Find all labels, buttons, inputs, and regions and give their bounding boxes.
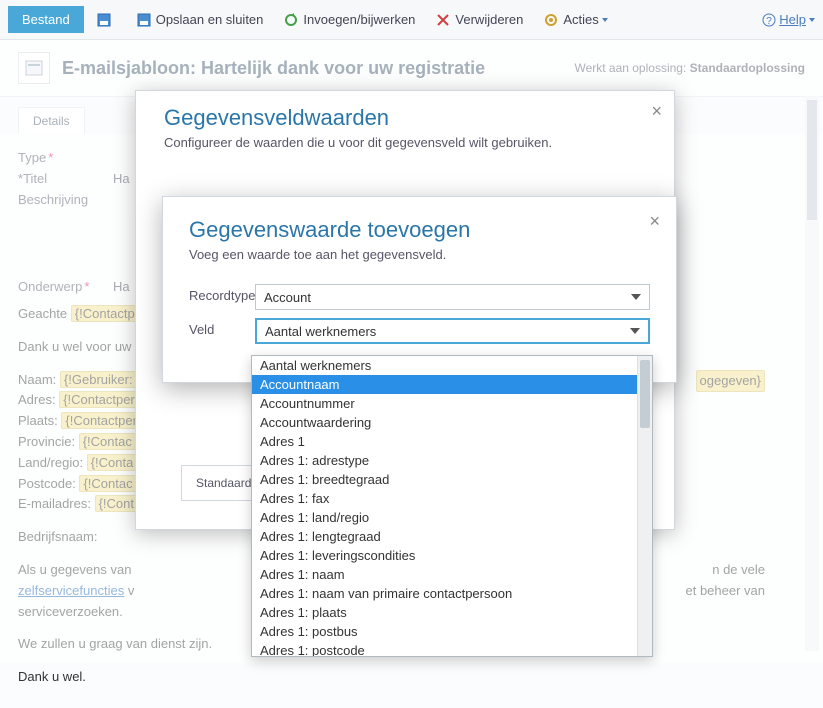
delete-button[interactable]: Verwijderen — [427, 8, 531, 32]
close-icon[interactable]: × — [649, 211, 660, 232]
modal1-title: Gegevensveldwaarden — [164, 105, 652, 131]
delete-icon — [435, 12, 451, 28]
dropdown-option[interactable]: Adres 1: adrestype — [252, 451, 637, 470]
veld-value: Aantal werknemers — [265, 324, 376, 339]
dropdown-option[interactable]: Adres 1: postbus — [252, 622, 637, 641]
insert-update-label: Invoegen/bijwerken — [303, 12, 415, 27]
app-toolbar: Bestand Opslaan en sluiten Invoegen/bijw… — [0, 0, 823, 40]
actions-label: Acties — [563, 12, 598, 27]
recordtype-select[interactable]: Account — [255, 284, 650, 310]
dropdown-option[interactable]: Accountnummer — [252, 394, 637, 413]
chevron-down-icon — [631, 294, 641, 300]
save-button[interactable] — [88, 8, 124, 32]
chevron-down-icon — [809, 18, 815, 22]
help-link[interactable]: ? Help — [762, 12, 815, 27]
dropdown-option[interactable]: Adres 1: breedtegraad — [252, 470, 637, 489]
dropdown-option[interactable]: Adres 1: lengtegraad — [252, 527, 637, 546]
svg-text:?: ? — [766, 16, 772, 27]
save-close-icon — [136, 12, 152, 28]
modal1-subtitle: Configureer de waarden die u voor dit ge… — [164, 135, 652, 150]
modal2-title: Gegevenswaarde toevoegen — [189, 217, 650, 243]
file-menu[interactable]: Bestand — [8, 6, 84, 33]
close-icon[interactable]: × — [651, 101, 662, 122]
gear-icon — [543, 12, 559, 28]
save-icon — [96, 12, 112, 28]
insert-update-button[interactable]: Invoegen/bijwerken — [275, 8, 423, 32]
chevron-down-icon — [602, 18, 608, 22]
dropdown-option[interactable]: Adres 1: plaats — [252, 603, 637, 622]
dropdown-option[interactable]: Accountwaardering — [252, 413, 637, 432]
help-icon: ? — [762, 13, 776, 27]
dropdown-list: Aantal werknemersAccountnaamAccountnumme… — [252, 356, 637, 656]
recordtype-label: Recordtype — [189, 284, 255, 303]
delete-label: Verwijderen — [455, 12, 523, 27]
actions-menu[interactable]: Acties — [535, 8, 615, 32]
scrollbar[interactable] — [637, 356, 652, 656]
dropdown-option[interactable]: Adres 1 — [252, 432, 637, 451]
refresh-icon — [283, 12, 299, 28]
dropdown-option[interactable]: Adres 1: naam van primaire contactpersoo… — [252, 584, 637, 603]
modal2-subtitle: Voeg een waarde toe aan het gegevensveld… — [189, 247, 650, 262]
veld-dropdown: Aantal werknemersAccountnaamAccountnumme… — [251, 355, 653, 657]
scrollbar-thumb[interactable] — [640, 360, 650, 428]
veld-label: Veld — [189, 318, 255, 337]
dropdown-option[interactable]: Adres 1: leveringscondities — [252, 546, 637, 565]
dropdown-option[interactable]: Adres 1: postcode — [252, 641, 637, 656]
veld-select[interactable]: Aantal werknemers — [255, 318, 650, 344]
dropdown-option[interactable]: Aantal werknemers — [252, 356, 637, 375]
help-label: Help — [779, 12, 806, 27]
save-close-label: Opslaan en sluiten — [156, 12, 264, 27]
save-close-button[interactable]: Opslaan en sluiten — [128, 8, 272, 32]
dropdown-option[interactable]: Adres 1: land/regio — [252, 508, 637, 527]
dropdown-option[interactable]: Adres 1: naam — [252, 565, 637, 584]
recordtype-value: Account — [264, 290, 311, 305]
dropdown-option[interactable]: Adres 1: fax — [252, 489, 637, 508]
dropdown-option[interactable]: Accountnaam — [252, 375, 637, 394]
chevron-down-icon — [630, 328, 640, 334]
